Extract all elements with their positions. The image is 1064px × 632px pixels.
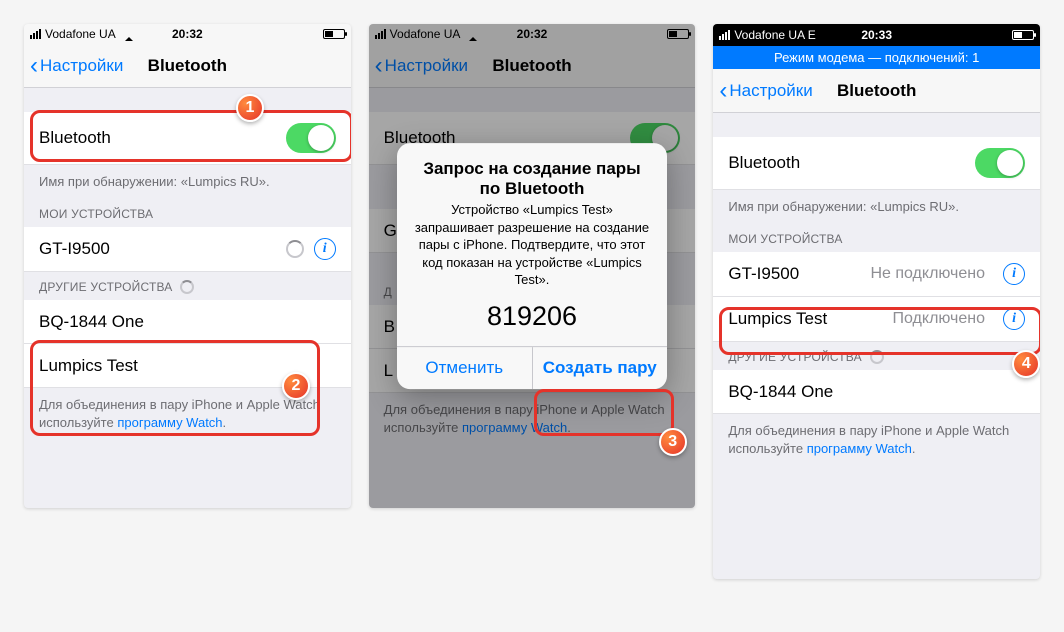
clock-label: 20:32 [172, 27, 203, 41]
screen-2: Vodafone UA 20:32 ‹ Настройки Bluetooth … [369, 24, 696, 508]
pairing-alert: Запрос на создание пары по Bluetooth Уст… [397, 143, 667, 389]
device-name: BQ-1844 One [39, 312, 144, 332]
back-label: Настройки [40, 56, 123, 76]
screen-1: Vodafone UA 20:32 ‹ Настройки Bluetooth … [24, 24, 351, 508]
hotspot-banner[interactable]: Режим модема — подключений: 1 [713, 46, 1040, 69]
signal-icon [375, 29, 386, 39]
device-name: BQ-1844 One [728, 382, 833, 402]
back-button[interactable]: ‹ Настройки [369, 54, 468, 78]
nav-header: ‹ Настройки Bluetooth [369, 44, 696, 88]
bluetooth-toggle-row[interactable]: Bluetooth [713, 137, 1040, 190]
wifi-icon [464, 29, 478, 39]
device-row-gt-i9500[interactable]: GT-I9500 i [24, 227, 351, 272]
my-devices-header: МОИ УСТРОЙСТВА [713, 224, 1040, 252]
annotation-badge-2: 2 [282, 372, 310, 400]
watch-link[interactable]: программу Watch [462, 420, 567, 435]
watch-footer: Для объединения в пару iPhone и Apple Wa… [369, 393, 696, 445]
watch-footer: Для объединения в пару iPhone и Apple Wa… [713, 414, 1040, 466]
pairing-code: 819206 [397, 293, 667, 346]
clock-label: 20:32 [517, 27, 548, 41]
back-button[interactable]: ‹ Настройки [24, 54, 123, 78]
nav-header: ‹ Настройки Bluetooth [713, 69, 1040, 113]
status-bar: Vodafone UA E 20:33 [713, 24, 1040, 46]
pair-button[interactable]: Создать пару [533, 347, 668, 389]
battery-icon [323, 29, 345, 39]
info-icon[interactable]: i [1003, 263, 1025, 285]
watch-link[interactable]: программу Watch [807, 441, 912, 456]
toggle-switch[interactable] [286, 123, 336, 153]
my-devices-header: МОИ УСТРОЙСТВА [24, 199, 351, 227]
carrier-label: Vodafone UA [390, 27, 461, 41]
discoverable-footer: Имя при обнаружении: «Lumpics RU». [713, 190, 1040, 224]
chevron-left-icon: ‹ [30, 54, 38, 78]
nav-header: ‹ Настройки Bluetooth [24, 44, 351, 88]
wifi-icon [120, 29, 134, 39]
page-title: Bluetooth [492, 56, 571, 76]
annotation-badge-3: 3 [659, 428, 687, 456]
back-label: Настройки [729, 81, 812, 101]
device-row-lumpics-test[interactable]: Lumpics Test Подключено i [713, 297, 1040, 342]
annotation-badge-1: 1 [236, 94, 264, 122]
battery-icon [667, 29, 689, 39]
alert-message: Устройство «Lumpics Test» запрашивает ра… [397, 201, 667, 293]
page-title: Bluetooth [837, 81, 916, 101]
battery-icon [1012, 30, 1034, 40]
device-row-bq1844[interactable]: BQ-1844 One [24, 300, 351, 344]
info-icon[interactable]: i [314, 238, 336, 260]
spinner-icon [180, 280, 194, 294]
spinner-icon [286, 240, 304, 258]
discoverable-footer: Имя при обнаружении: «Lumpics RU». [24, 165, 351, 199]
carrier-label: Vodafone UA [45, 27, 116, 41]
screen-3: Vodafone UA E 20:33 Режим модема — подкл… [713, 24, 1040, 579]
bluetooth-toggle-row[interactable]: Bluetooth [24, 112, 351, 165]
carrier-label: Vodafone UA E [734, 28, 815, 42]
bluetooth-label: Bluetooth [728, 153, 800, 173]
device-status: Подключено [893, 310, 986, 328]
device-name: GT-I9500 [39, 239, 110, 259]
bluetooth-label: Bluetooth [39, 128, 111, 148]
back-button[interactable]: ‹ Настройки [713, 79, 812, 103]
watch-link[interactable]: программу Watch [117, 415, 222, 430]
toggle-switch[interactable] [975, 148, 1025, 178]
other-devices-header: ДРУГИЕ УСТРОЙСТВА [713, 342, 1040, 370]
device-name: Lumpics Test [39, 356, 138, 376]
clock-label: 20:33 [861, 28, 892, 42]
signal-icon [719, 30, 730, 40]
cancel-button[interactable]: Отменить [397, 347, 533, 389]
chevron-left-icon: ‹ [375, 54, 383, 78]
other-devices-header: ДРУГИЕ УСТРОЙСТВА [24, 272, 351, 300]
spinner-icon [870, 350, 884, 364]
signal-icon [30, 29, 41, 39]
status-bar: Vodafone UA 20:32 [369, 24, 696, 44]
status-bar: Vodafone UA 20:32 [24, 24, 351, 44]
page-title: Bluetooth [148, 56, 227, 76]
device-row-gt-i9500[interactable]: GT-I9500 Не подключено i [713, 252, 1040, 297]
device-status: Не подключено [870, 265, 985, 283]
annotation-badge-4: 4 [1012, 350, 1040, 378]
info-icon[interactable]: i [1003, 308, 1025, 330]
device-name: Lumpics Test [728, 309, 827, 329]
device-name: GT-I9500 [728, 264, 799, 284]
alert-title: Запрос на создание пары по Bluetooth [397, 143, 667, 201]
back-label: Настройки [385, 56, 468, 76]
device-row-bq1844[interactable]: BQ-1844 One [713, 370, 1040, 414]
chevron-left-icon: ‹ [719, 79, 727, 103]
